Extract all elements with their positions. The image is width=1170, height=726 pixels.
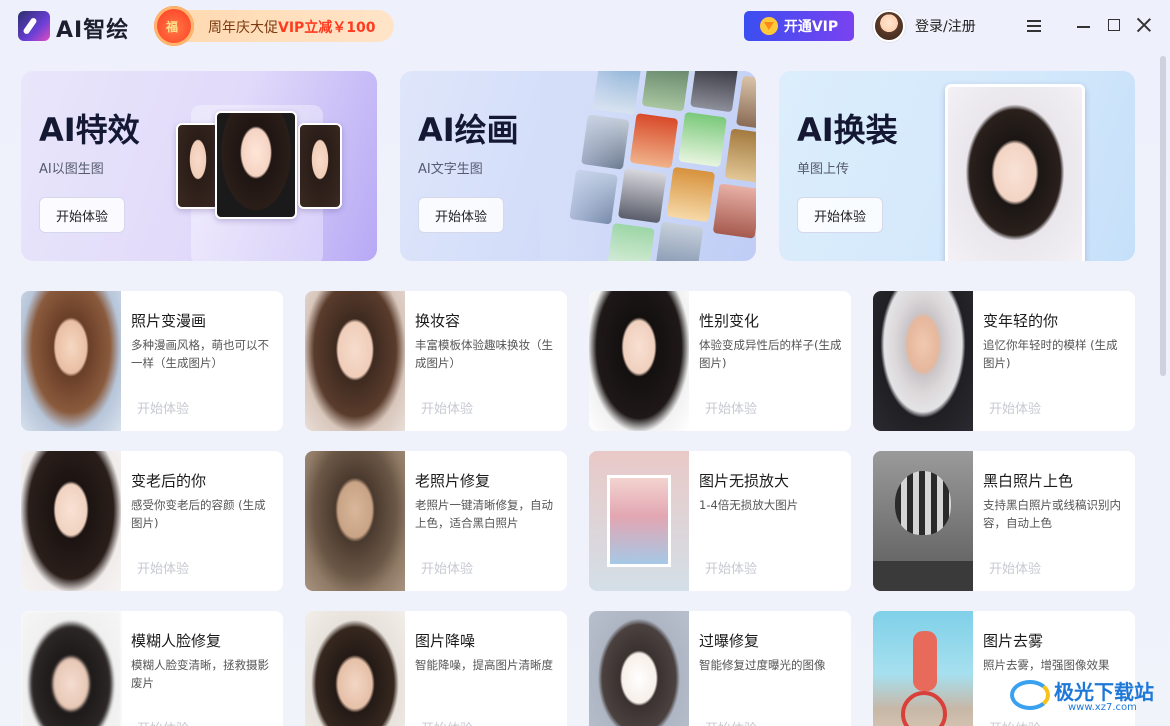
- menu-icon[interactable]: [1024, 16, 1044, 36]
- start-button[interactable]: 开始体验: [705, 398, 757, 417]
- banner-subtitle: 单图上传: [797, 162, 850, 177]
- feature-desc: 模糊人脸变清晰，拯救摄影废片: [131, 658, 269, 690]
- feature-image: [873, 291, 973, 431]
- feature-card[interactable]: 图片无损放大 1-4倍无损放大图片 开始体验: [589, 451, 851, 591]
- feature-desc: 体验变成异性后的样子(生成图片): [699, 338, 842, 370]
- minimize-icon[interactable]: [1074, 16, 1094, 36]
- feature-card[interactable]: 照片变漫画 多种漫画风格，萌也可以不一样（生成图片） 开始体验: [21, 291, 283, 431]
- feature-card[interactable]: 模糊人脸修复 模糊人脸变清晰，拯救摄影废片 开始体验: [21, 611, 283, 726]
- diamond-icon: [759, 17, 778, 35]
- feature-desc: 1-4倍无损放大图片: [699, 498, 799, 512]
- banner-title: AI换装: [797, 111, 898, 149]
- costume-portrait-image: [945, 84, 1085, 261]
- feature-image: [21, 291, 121, 431]
- feature-desc: 丰富模板体验趣味换妆（生成图片）: [415, 338, 553, 370]
- feature-image: [873, 611, 973, 726]
- feature-title: 图片去雾: [983, 632, 1044, 650]
- start-button[interactable]: 开始体验: [705, 558, 757, 577]
- feature-card[interactable]: 变年轻的你 追忆你年轻时的模样 (生成图片) 开始体验: [873, 291, 1135, 431]
- feature-card[interactable]: 老照片修复 老照片一键清晰修复，自动上色，适合黑白照片 开始体验: [305, 451, 567, 591]
- feature-title: 图片无损放大: [699, 472, 790, 490]
- feature-desc: 追忆你年轻时的模样 (生成图片): [983, 338, 1118, 370]
- feature-image: [589, 451, 689, 591]
- app-logo-icon: [18, 11, 50, 41]
- feature-image: [873, 451, 973, 591]
- cartoon-portrait-image: [215, 111, 297, 219]
- start-button[interactable]: 开始体验: [797, 197, 883, 233]
- banner-ai-effects[interactable]: AI特效 AI以图生图 开始体验: [21, 71, 377, 261]
- banner-ai-outfit[interactable]: AI换装 单图上传 开始体验: [779, 71, 1135, 261]
- feature-card[interactable]: 图片降噪 智能降噪，提高图片清晰度 开始体验: [305, 611, 567, 726]
- promo-highlight: VIP立减￥100: [278, 20, 376, 36]
- start-button[interactable]: 开始体验: [705, 718, 757, 726]
- feature-image: [21, 451, 121, 591]
- feature-desc: 支持黑白照片或线稿识别内容，自动上色: [983, 498, 1121, 530]
- feature-image: [305, 291, 405, 431]
- feature-image: [589, 611, 689, 726]
- balloon-image: [895, 471, 951, 535]
- portrait-image: [298, 123, 342, 209]
- feature-title: 图片降噪: [415, 632, 476, 650]
- start-button[interactable]: 开始体验: [989, 558, 1041, 577]
- watermark-url: www.xz7.com: [1068, 702, 1137, 713]
- feature-title: 黑白照片上色: [983, 472, 1074, 490]
- portrait-image: [176, 123, 220, 209]
- feature-title: 变老后的你: [131, 472, 207, 490]
- title-bar: AI智绘 周年庆大促VIP立减￥100 开通VIP 登录/注册: [0, 0, 1170, 52]
- feature-card[interactable]: 黑白照片上色 支持黑白照片或线稿识别内容，自动上色 开始体验: [873, 451, 1135, 591]
- watermark-text: 极光下载站: [1054, 680, 1154, 704]
- start-button[interactable]: 开始体验: [137, 558, 189, 577]
- feature-title: 换妆容: [415, 312, 461, 330]
- feature-card[interactable]: 性别变化 体验变成异性后的样子(生成图片) 开始体验: [589, 291, 851, 431]
- banner-title: AI特效: [39, 111, 140, 149]
- feature-image: [305, 451, 405, 591]
- feature-image: [305, 611, 405, 726]
- promo-text: 周年庆大促: [208, 20, 278, 36]
- feature-desc: 感受你变老后的容颜 (生成图片): [131, 498, 266, 530]
- banner-subtitle: AI文字生图: [418, 162, 483, 177]
- start-button[interactable]: 开始体验: [39, 197, 125, 233]
- feature-desc: 老照片一键清晰修复，自动上色，适合黑白照片: [415, 498, 553, 530]
- photo-thumbnail: [607, 475, 671, 567]
- banner-ai-painting[interactable]: AI绘画 AI文字生图 开始体验: [400, 71, 756, 261]
- start-button[interactable]: 开始体验: [989, 718, 1041, 726]
- banner-title: AI绘画: [418, 111, 519, 149]
- start-button[interactable]: 开始体验: [418, 197, 504, 233]
- feature-desc: 多种漫画风格，萌也可以不一样（生成图片）: [131, 338, 269, 370]
- feature-title: 变年轻的你: [983, 312, 1059, 330]
- watermark-logo-icon: [1010, 680, 1050, 710]
- start-button[interactable]: 开始体验: [421, 398, 473, 417]
- banner-subtitle: AI以图生图: [39, 162, 104, 177]
- app-title: AI智绘: [56, 18, 130, 43]
- feature-title: 照片变漫画: [131, 312, 207, 330]
- watermark: 极光下载站 www.xz7.com: [1010, 676, 1160, 716]
- start-button[interactable]: 开始体验: [989, 398, 1041, 417]
- start-button[interactable]: 开始体验: [421, 558, 473, 577]
- feature-image: [21, 611, 121, 726]
- feature-card[interactable]: 变老后的你 感受你变老后的容颜 (生成图片) 开始体验: [21, 451, 283, 591]
- start-button[interactable]: 开始体验: [137, 398, 189, 417]
- feature-card[interactable]: 换妆容 丰富模板体验趣味换妆（生成图片） 开始体验: [305, 291, 567, 431]
- feature-desc: 智能降噪，提高图片清晰度: [415, 658, 553, 672]
- start-button[interactable]: 开始体验: [421, 718, 473, 726]
- vip-button[interactable]: 开通VIP: [744, 11, 854, 41]
- feature-image: [589, 291, 689, 431]
- feature-title: 性别变化: [699, 312, 760, 330]
- avatar[interactable]: [873, 10, 905, 42]
- cyclist-image: [913, 631, 937, 691]
- promo-banner[interactable]: 周年庆大促VIP立减￥100: [154, 6, 394, 46]
- feature-card[interactable]: 过曝修复 智能修复过度曝光的图像 开始体验: [589, 611, 851, 726]
- start-button[interactable]: 开始体验: [137, 718, 189, 726]
- red-envelope-icon: [154, 6, 194, 46]
- close-icon[interactable]: [1134, 16, 1154, 36]
- feature-title: 老照片修复: [415, 472, 491, 490]
- feature-title: 模糊人脸修复: [131, 632, 222, 650]
- feature-desc: 智能修复过度曝光的图像: [699, 658, 826, 672]
- login-link[interactable]: 登录/注册: [915, 16, 976, 36]
- scrollbar[interactable]: [1160, 56, 1166, 376]
- maximize-icon[interactable]: [1104, 16, 1124, 36]
- feature-desc: 照片去雾，增强图像效果: [983, 658, 1110, 672]
- feature-title: 过曝修复: [699, 632, 760, 650]
- vip-button-label: 开通VIP: [783, 19, 839, 35]
